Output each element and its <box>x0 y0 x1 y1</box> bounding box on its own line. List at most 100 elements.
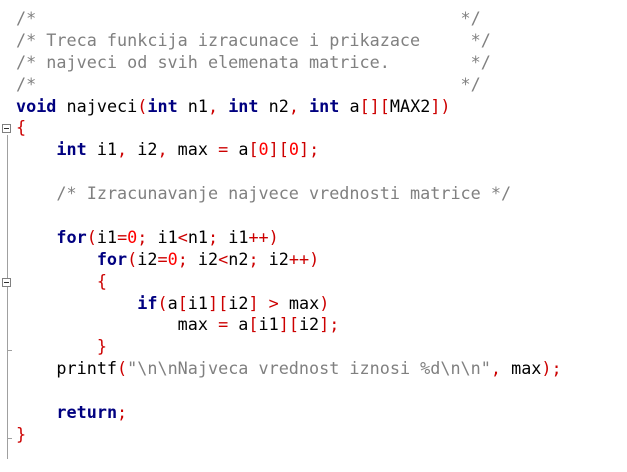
code-token: if <box>137 292 158 313</box>
code-line: void najveci(int n1, int n2, int a[][MAX… <box>16 96 562 118</box>
code-token: ( <box>127 248 138 269</box>
code-token: < <box>218 248 229 269</box>
fold-collapse-loop-icon[interactable] <box>2 278 11 287</box>
code-token: a <box>228 314 249 335</box>
code-token: [][ <box>359 95 390 116</box>
code-token: [ <box>177 292 188 313</box>
code-token: ( <box>86 226 97 247</box>
code-token: void <box>16 95 57 116</box>
code-token: /* Treca funkcija izracunace i prikazace… <box>16 29 491 50</box>
fold-guide-line <box>7 135 8 459</box>
code-token: max <box>278 292 320 313</box>
code-token: 0 <box>127 226 138 247</box>
code-token: i2 <box>228 292 249 313</box>
code-token: ]) <box>430 95 451 116</box>
fold-collapse-function-icon[interactable] <box>2 124 11 133</box>
code-token: n2 <box>258 95 289 116</box>
code-token: for <box>96 248 128 269</box>
code-line: { <box>16 117 562 139</box>
code-token: max <box>500 358 542 379</box>
code-token: /* */ <box>16 8 481 28</box>
code-token: max <box>16 314 219 335</box>
code-line: for(i2=0; i2<n2; i2++) <box>16 249 562 271</box>
code-line: max = a[i1][i2]; <box>16 314 562 336</box>
code-token: , <box>207 95 219 116</box>
code-token: = <box>117 226 128 247</box>
code-token: ; <box>208 226 219 247</box>
fold-margin <box>0 0 16 472</box>
code-token: ] <box>248 292 259 313</box>
code-token: /* najveci od svih elemenata matrice. */ <box>16 51 491 72</box>
code-token: ; <box>137 226 148 247</box>
fold-end-function-marker <box>7 438 12 439</box>
code-token: 0 <box>258 139 269 160</box>
code-token: int <box>228 95 259 116</box>
code-token: a <box>339 95 360 116</box>
code-token: int <box>309 95 340 116</box>
code-line: /* Izracunavanje najvece vrednosti matri… <box>16 183 562 205</box>
code-token: i1 <box>96 226 118 247</box>
code-line: /* */ <box>16 74 562 96</box>
code-token: , <box>288 95 299 116</box>
code-token: ][ <box>278 314 299 335</box>
code-token: i2 <box>137 248 158 269</box>
code-token: int <box>147 95 178 116</box>
code-token: } <box>96 336 107 357</box>
code-token: i1 <box>187 292 209 313</box>
code-token: [ <box>248 139 259 160</box>
code-line: for(i1=0; i1<n1; i1++) <box>16 227 562 249</box>
code-line: } <box>16 424 562 446</box>
code-token: for <box>56 226 87 247</box>
fold-end-loop-marker <box>7 350 12 351</box>
code-token: a <box>228 139 249 160</box>
code-token: /* */ <box>16 73 481 94</box>
code-token: najveci <box>56 95 138 116</box>
code-token: MAX2 <box>389 95 431 116</box>
code-token: "\n\nNajveca vrednost iznosi %d\n\n" <box>127 358 491 379</box>
code-token: ++) <box>288 248 320 269</box>
code-token: > <box>268 292 279 313</box>
code-line: /* najveci od svih elemenata matrice. */ <box>16 52 562 74</box>
code-token: < <box>177 226 188 247</box>
code-token: , <box>157 139 168 160</box>
code-line: { <box>16 271 562 293</box>
code-token: ( <box>137 95 148 116</box>
code-token: ); <box>541 358 562 379</box>
code-token: ++) <box>248 226 279 247</box>
code-token: i1 <box>258 314 279 335</box>
code-token: , <box>117 139 128 160</box>
code-line: /* Treca funkcija izracunace i prikazace… <box>16 30 562 52</box>
code-token: } <box>16 423 27 444</box>
code-token: i1 <box>147 226 178 247</box>
code-token: /* Izracunavanje najvece vrednosti matri… <box>56 183 512 204</box>
code-token: [ <box>248 314 259 335</box>
code-token: printf <box>16 358 118 379</box>
code-line: int i1, i2, max = a[0][0]; <box>16 139 562 161</box>
code-token: i2 <box>127 139 158 160</box>
code-token: ]; <box>298 139 320 160</box>
code-text[interactable]: /* *//* Treca funkcija izracunace i prik… <box>16 8 562 446</box>
code-token: n1 <box>187 226 209 247</box>
code-token: max <box>167 139 219 160</box>
code-token: = <box>157 248 168 269</box>
code-line: /* */ <box>16 8 562 30</box>
code-token: i1 <box>86 139 118 160</box>
code-token: ; <box>248 248 259 269</box>
code-token: ( <box>117 358 128 379</box>
code-editor[interactable]: /* *//* Treca funkcija izracunace i prik… <box>0 0 627 472</box>
code-token: a <box>167 292 178 313</box>
code-token: n1 <box>177 95 208 116</box>
code-token: ) <box>319 292 330 313</box>
